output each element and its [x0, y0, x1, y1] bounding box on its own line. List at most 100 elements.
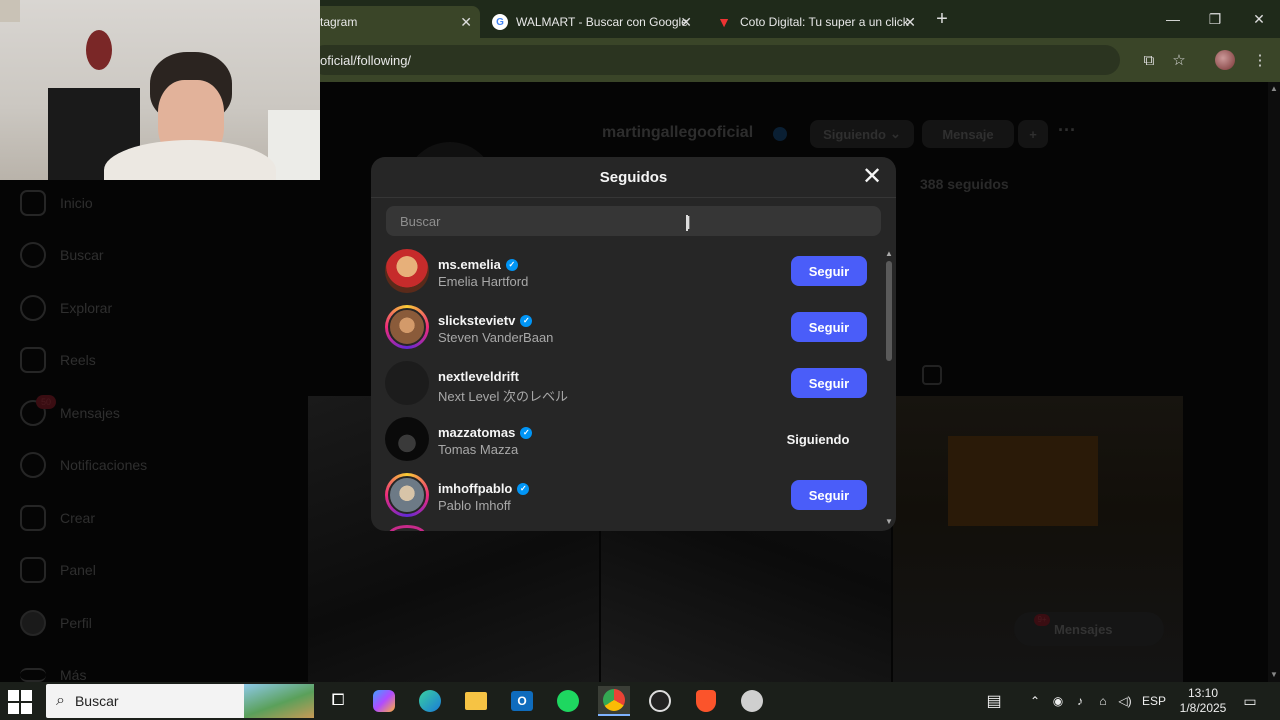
language-indicator[interactable]: ESP — [1140, 682, 1168, 720]
verified-icon: ✓ — [520, 426, 533, 439]
list-item[interactable]: nextleveldrift Next Level 次のレベル Seguir — [371, 355, 881, 411]
scroll-up-arrow[interactable]: ▲ — [885, 249, 893, 258]
close-window-icon[interactable]: ✕ — [1238, 0, 1280, 38]
microphone-icon[interactable]: ♪ — [1072, 682, 1088, 720]
sidebar-item-notificaciones[interactable]: Notificaciones — [20, 450, 147, 480]
heart-icon — [20, 452, 46, 478]
tagged-icon[interactable] — [922, 365, 942, 385]
close-tab-icon[interactable]: ✕ — [460, 14, 472, 31]
tab-instagram[interactable]: tagram ✕ — [310, 6, 480, 38]
browser-menu-icon[interactable]: ⋮ — [1248, 48, 1272, 72]
url-bar[interactable]: oficial/following/ — [310, 45, 1120, 75]
close-tab-icon[interactable]: ✕ — [680, 14, 692, 31]
following-button[interactable]: Siguiendo ⌄ — [810, 120, 914, 148]
scroll-up-arrow[interactable]: ▲ — [1270, 84, 1278, 93]
search-highlight-image — [244, 684, 314, 718]
close-icon[interactable]: ✕ — [860, 165, 884, 190]
outlook-icon[interactable]: O — [506, 686, 538, 716]
add-person-icon[interactable]: + — [1018, 120, 1048, 148]
full-name: Pablo Imhoff — [438, 498, 511, 513]
page-scrollbar[interactable]: ▲ ▼ — [1268, 82, 1280, 682]
scrollbar-thumb[interactable] — [886, 261, 892, 361]
verified-icon: ✓ — [517, 482, 530, 495]
sidebar-item-panel[interactable]: Panel — [20, 555, 96, 585]
follow-button[interactable]: Seguir — [791, 368, 867, 398]
follow-button[interactable]: Seguir — [791, 312, 867, 342]
taskbar-search[interactable]: ⌕ Buscar — [46, 684, 314, 718]
close-tab-icon[interactable]: ✕ — [904, 14, 916, 31]
sidebar-item-mensajes[interactable]: Mensajes — [20, 398, 120, 428]
messages-pill-badge: 9+ — [1034, 614, 1050, 626]
follow-button[interactable]: Seguir — [791, 480, 867, 510]
minimize-icon[interactable]: — — [1152, 0, 1194, 38]
list-item[interactable]: ms.emelia ✓ Emelia Hartford Seguir — [371, 243, 881, 299]
avatar[interactable] — [388, 525, 426, 531]
sidebar-item-crear[interactable]: Crear — [20, 503, 95, 533]
username[interactable]: ms.emelia ✓ — [438, 257, 518, 272]
full-name: Emelia Hartford — [438, 274, 529, 289]
sidebar-item-buscar[interactable]: Buscar — [20, 240, 104, 270]
more-options-icon[interactable]: ··· — [1058, 120, 1076, 141]
search-input[interactable] — [386, 206, 881, 236]
scroll-down-arrow[interactable]: ▼ — [885, 517, 893, 526]
app-icon[interactable] — [736, 686, 768, 716]
message-button[interactable]: Mensaje — [922, 120, 1014, 148]
news-widget-icon[interactable]: ▤ — [980, 682, 1008, 720]
list-item[interactable]: mazzatomas ✓ Tomas Mazza Siguiendo — [371, 411, 881, 467]
avatar[interactable] — [385, 417, 429, 461]
clock[interactable]: 13:10 1/8/2025 — [1172, 682, 1234, 720]
edge-icon[interactable] — [414, 686, 446, 716]
tab-title: WALMART - Buscar con Google — [516, 15, 688, 29]
task-view-icon[interactable]: ⧠ — [322, 686, 354, 716]
tab-coto-digital[interactable]: ▼ Coto Digital: Tu super a un click ✕ — [706, 6, 924, 38]
network-icon[interactable]: ⌂ — [1094, 682, 1112, 720]
avatar[interactable] — [385, 305, 429, 349]
copilot-icon[interactable] — [368, 686, 400, 716]
file-explorer-icon[interactable] — [460, 686, 492, 716]
sidebar-item-mas[interactable]: Más — [20, 660, 86, 682]
obs-icon[interactable] — [644, 686, 676, 716]
sidebar-item-reels[interactable]: Reels — [20, 345, 96, 375]
sidebar-item-label: Inicio — [60, 195, 93, 211]
follow-button[interactable]: Seguir — [791, 256, 867, 286]
brave-icon[interactable] — [690, 686, 722, 716]
avatar[interactable] — [385, 249, 429, 293]
following-button[interactable]: Siguiendo — [771, 424, 865, 454]
following-count[interactable]: 388 seguidos — [920, 176, 1009, 192]
list-item[interactable]: slickstevietv ✓ Steven VanderBaan Seguir — [371, 299, 881, 355]
modal-scrollbar[interactable]: ▲ ▼ — [884, 249, 894, 529]
new-tab-button[interactable]: + — [930, 8, 954, 32]
camera-icon[interactable]: ◉ — [1050, 682, 1066, 720]
username[interactable]: slickstevietv ✓ — [438, 313, 533, 328]
install-app-icon[interactable]: ⧉ — [1137, 48, 1161, 72]
tab-walmart-google[interactable]: G WALMART - Buscar con Google ✕ — [482, 6, 700, 38]
sidebar-item-label: Más — [60, 667, 87, 682]
chrome-icon[interactable] — [598, 686, 630, 716]
restore-icon[interactable]: ❐ — [1194, 0, 1236, 38]
spotify-icon[interactable] — [552, 686, 584, 716]
notifications-icon[interactable]: ▭ — [1238, 682, 1262, 720]
sidebar-item-perfil[interactable]: Perfil — [20, 608, 92, 638]
avatar[interactable] — [385, 361, 429, 405]
sidebar-item-inicio[interactable]: Inicio — [20, 188, 93, 218]
username[interactable]: mazzatomas ✓ — [438, 425, 533, 440]
username[interactable]: nextleveldrift — [438, 369, 519, 384]
bookmark-star-icon[interactable]: ☆ — [1167, 48, 1191, 72]
wall-picture — [0, 0, 20, 22]
verified-icon: ✓ — [520, 314, 533, 327]
volume-icon[interactable]: ◁) — [1116, 682, 1134, 720]
username[interactable]: imhoffpablo ✓ — [438, 481, 530, 496]
tray-chevron-icon[interactable]: ⌃ — [1026, 682, 1044, 720]
sidebar-item-label: Buscar — [60, 247, 104, 263]
scroll-down-arrow[interactable]: ▼ — [1270, 670, 1278, 679]
coto-icon: ▼ — [717, 14, 731, 30]
sidebar-item-explorar[interactable]: Explorar — [20, 293, 112, 323]
browser-profile-avatar[interactable] — [1213, 48, 1237, 72]
list-item[interactable]: imhoffpablo ✓ Pablo Imhoff Seguir — [371, 467, 881, 523]
sidebar-item-label: Notificaciones — [60, 457, 148, 473]
windows-start-icon[interactable] — [8, 690, 32, 714]
tab-title: tagram — [320, 15, 358, 29]
following-button-label: Siguiendo — [823, 126, 886, 142]
sidebar-item-label: Perfil — [60, 615, 92, 631]
avatar[interactable] — [385, 473, 429, 517]
